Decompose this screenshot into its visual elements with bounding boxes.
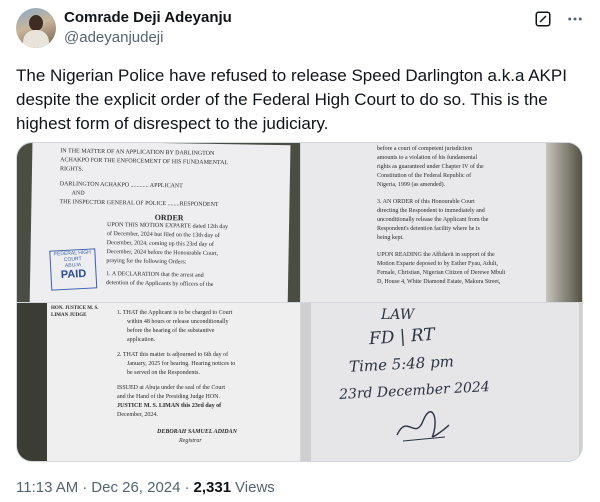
- tweet-header: Comrade Deji Adeyanju @adeyanjudeji: [16, 8, 584, 48]
- doc-line: unconditionally release the Applicant fr…: [377, 217, 489, 223]
- doc-line: application.: [127, 337, 156, 343]
- handwriting-line: 23rd December 2024: [338, 379, 491, 403]
- photo-court-order-page-3[interactable]: HON. JUSTICE M. S. LIMAN JUDGE 1. THAT t…: [17, 303, 300, 461]
- doc-line: JUSTICE M. S. LIMAN this 23rd day of: [117, 403, 222, 409]
- doc-line: and the Hand of the Presiding Judge HON.: [117, 394, 220, 400]
- stamp-text: PAID: [60, 267, 87, 282]
- doc-line: Female, Christian, Nigerian Citizen of D…: [377, 270, 506, 276]
- doc-line: 2. THAT this matter is adjourned to 6th …: [117, 352, 229, 358]
- doc-line: directing the Respondent to immediately …: [377, 208, 485, 214]
- doc-line: rights as guaranteed under Chapter IV of…: [377, 164, 484, 170]
- doc-line: being kept.: [377, 235, 404, 241]
- doc-line: January, 2025 for hearing. Hearing notic…: [127, 361, 236, 367]
- meta-separator: ·: [184, 479, 190, 496]
- doc-line: December, 2024.: [117, 412, 158, 418]
- photo-background: [546, 143, 582, 302]
- doc-line: D, House 4, White Diamond Estate, Makura…: [377, 279, 501, 285]
- media-grid: IN THE MATTER OF AN APPLICATION BY DARLI…: [16, 142, 583, 462]
- handwriting-line: Time 5:48 pm: [348, 352, 455, 376]
- meta-separator: ·: [82, 479, 88, 496]
- doc-line: be served on the Respondents.: [127, 370, 200, 376]
- document-page: LAW FD | RT Time 5:48 pm 23rd December 2…: [311, 303, 579, 461]
- photo-handwritten-note[interactable]: LAW FD | RT Time 5:48 pm 23rd December 2…: [301, 303, 582, 461]
- signature-mark: [396, 411, 450, 442]
- doc-line: Respondent's detention facility where he…: [377, 226, 480, 232]
- tweet-text: The Nigerian Police have refused to rele…: [16, 66, 567, 133]
- registrar-title: Registrar: [179, 438, 202, 444]
- doc-line: 3. AN ORDER of this Honourable Court: [377, 199, 475, 205]
- tweet-date[interactable]: Dec 26, 2024: [91, 478, 180, 498]
- author-display-name[interactable]: Comrade Deji Adeyanju: [64, 8, 232, 28]
- tweet: Comrade Deji Adeyanju @adeyanjudeji The …: [0, 0, 600, 502]
- doc-line: 1. THAT the Applicant is to be charged t…: [117, 310, 233, 316]
- photo-court-order-page-2[interactable]: before a court of competent jurisdiction…: [301, 143, 582, 302]
- doc-line: praying for the following Orders:: [106, 258, 187, 266]
- doc-line: Constitution of the Federal Republic of: [377, 173, 472, 179]
- more-icon[interactable]: [566, 10, 584, 28]
- avatar[interactable]: [16, 8, 56, 48]
- handwriting-line: LAW: [381, 307, 415, 323]
- photo-background: [17, 303, 47, 461]
- doc-line: before a court of competent jurisdiction: [377, 146, 473, 152]
- tweet-meta: 11:13 AM · Dec 26, 2024 · 2,331 Views: [16, 478, 275, 498]
- document-page: HON. JUSTICE M. S. LIMAN JUDGE 1. THAT t…: [47, 303, 300, 461]
- document-page: before a court of competent jurisdiction…: [301, 143, 546, 302]
- doc-line: ISSUED at Abuja under the seal of the Co…: [117, 385, 225, 391]
- doc-line: within 48 hours or release unconditional…: [127, 319, 229, 325]
- header-actions: [534, 8, 584, 28]
- author-handle[interactable]: @adeyanjudeji: [64, 28, 232, 48]
- grok-icon[interactable]: [534, 10, 552, 28]
- doc-line: detention of the Applicants by officers …: [105, 280, 214, 288]
- handwriting-line: FD | RT: [368, 324, 436, 350]
- registrar-name: DEBORAH SAMUEL ADIDAN: [157, 429, 237, 435]
- author-names: Comrade Deji Adeyanju @adeyanjudeji: [64, 8, 232, 48]
- doc-line: Motion Exparte deposed to by Esther Fyau…: [377, 261, 498, 267]
- doc-line: Nigeria, 1999 (as amended).: [377, 182, 446, 188]
- doc-line: UPON READING the Affidavit in support of…: [377, 252, 495, 258]
- views-label: Views: [235, 479, 275, 496]
- document-page: IN THE MATTER OF AN APPLICATION BY DARLI…: [29, 143, 291, 302]
- court-stamp: FEDERAL HIGH COURT ABUJA PAID: [49, 248, 98, 291]
- views-count[interactable]: 2,331: [194, 478, 232, 498]
- judge-label: HON. JUSTICE M. S. LIMAN JUDGE: [51, 306, 99, 318]
- photo-court-order-page-1[interactable]: IN THE MATTER OF AN APPLICATION BY DARLI…: [17, 143, 300, 302]
- doc-line: amounts to a violation of his fundamenta…: [377, 155, 477, 161]
- doc-line: before the hearing of the substantive: [127, 328, 215, 334]
- tweet-time[interactable]: 11:13 AM: [16, 478, 78, 498]
